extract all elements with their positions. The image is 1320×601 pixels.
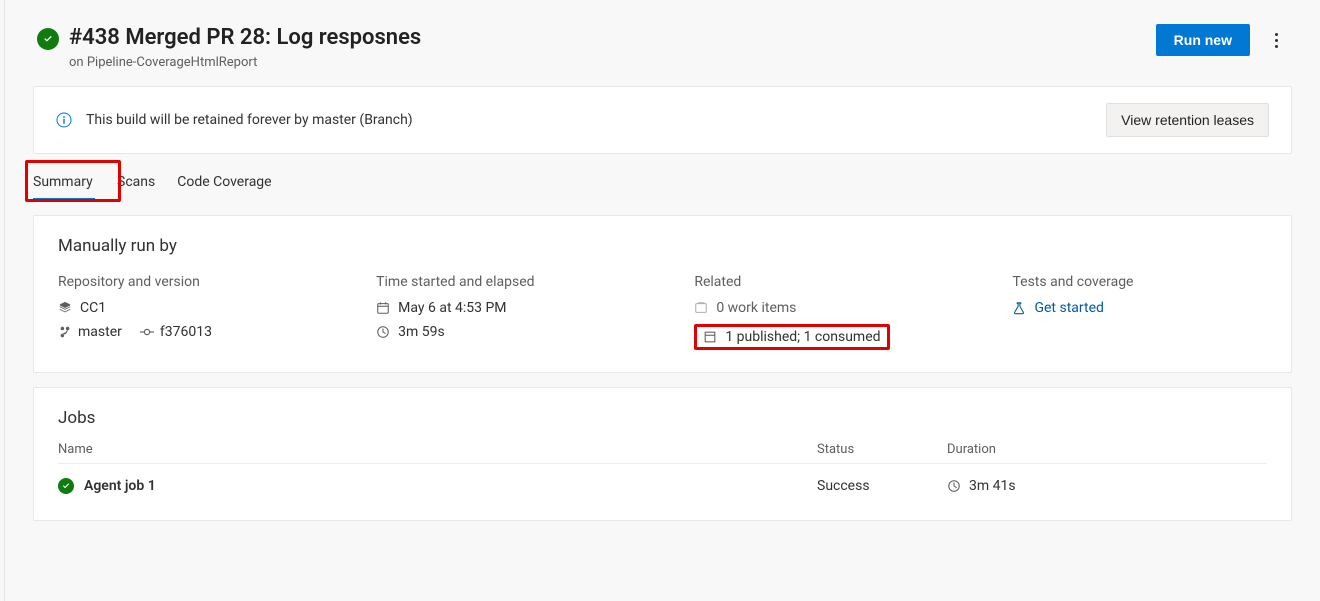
tests-block: Tests and coverage Get started [1012, 274, 1267, 350]
work-items-count[interactable]: 0 work items [716, 300, 796, 316]
repo-name[interactable]: CC1 [80, 300, 106, 316]
retention-banner: This build will be retained forever by m… [33, 86, 1292, 154]
pipeline-subtitle: on Pipeline-CoverageHtmlReport [69, 55, 421, 70]
summary-section-title: Manually run by [58, 236, 1267, 256]
jobs-title: Jobs [58, 408, 1267, 428]
status-success-icon [37, 28, 59, 50]
run-new-button[interactable]: Run new [1156, 24, 1250, 56]
artifact-icon [703, 330, 717, 344]
more-actions-button[interactable] [1264, 33, 1288, 48]
col-name-header: Name [58, 442, 817, 457]
page-title: #438 Merged PR 28: Log resposnes [69, 24, 421, 53]
retention-message: This build will be retained forever by m… [86, 112, 413, 128]
get-started-link[interactable]: Get started [1034, 300, 1103, 316]
job-row[interactable]: Agent job 1 Success 3m 41s [58, 464, 1267, 498]
commit-icon [140, 325, 154, 339]
tab-bar: Summary Scans Code Coverage [33, 168, 1292, 201]
view-retention-leases-button[interactable]: View retention leases [1106, 103, 1269, 137]
calendar-icon [376, 301, 390, 315]
time-block: Time started and elapsed May 6 at 4:53 P… [376, 274, 694, 350]
repo-version-block: Repository and version CC1 master [58, 274, 376, 350]
clock-icon [376, 325, 390, 339]
related-label: Related [694, 274, 1012, 290]
jobs-card: Jobs Name Status Duration Agent job 1 Su… [33, 387, 1292, 521]
artifacts-link[interactable]: 1 published; 1 consumed [725, 329, 880, 345]
tab-summary[interactable]: Summary [33, 168, 95, 196]
work-item-icon [694, 301, 708, 315]
col-status-header: Status [817, 442, 947, 457]
job-status-text: Success [817, 478, 947, 494]
job-duration: 3m 41s [969, 478, 1016, 494]
branch-name[interactable]: master [78, 324, 122, 340]
related-block: Related 0 work items 1 published; 1 cons… [694, 274, 1012, 350]
clock-icon [947, 479, 961, 493]
time-elapsed: 3m 59s [398, 324, 445, 340]
time-started: May 6 at 4:53 PM [398, 300, 506, 316]
summary-card: Manually run by Repository and version C… [33, 215, 1292, 373]
job-name: Agent job 1 [84, 478, 156, 494]
highlight-box-artifacts: 1 published; 1 consumed [694, 324, 889, 350]
tab-scans[interactable]: Scans [117, 168, 155, 201]
flask-icon [1012, 301, 1026, 315]
job-status-success-icon [58, 478, 74, 494]
tab-code-coverage[interactable]: Code Coverage [177, 168, 271, 201]
tab-underline [33, 198, 95, 201]
jobs-table-header: Name Status Duration [58, 442, 1267, 464]
branch-icon [58, 325, 72, 339]
time-label: Time started and elapsed [376, 274, 694, 290]
repo-version-label: Repository and version [58, 274, 376, 290]
page-header: #438 Merged PR 28: Log resposnes on Pipe… [17, 24, 1308, 70]
col-duration-header: Duration [947, 442, 1267, 457]
commit-hash[interactable]: f376013 [160, 324, 212, 340]
tests-label: Tests and coverage [1012, 274, 1267, 290]
info-icon [56, 112, 72, 128]
repo-icon [58, 301, 72, 315]
